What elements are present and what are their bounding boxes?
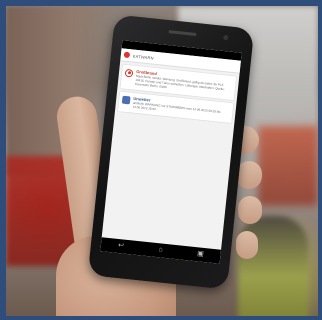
katwarn-logo-icon — [123, 51, 131, 59]
back-arrow-icon[interactable]: ↩ — [113, 239, 128, 254]
storm-warning-icon — [121, 95, 131, 105]
finger — [238, 196, 262, 224]
phone-screen: KATWARN Großbrand Stadt Berlin meldet: W… — [100, 40, 242, 264]
phone-speaker — [168, 30, 197, 37]
fire-warning-icon — [124, 68, 134, 78]
home-icon[interactable]: ⌂ — [153, 243, 168, 258]
photo-frame: KATWARN Großbrand Stadt Berlin meldet: W… — [0, 0, 322, 320]
finger — [236, 231, 258, 259]
smartphone: KATWARN Großbrand Stadt Berlin meldet: W… — [87, 14, 255, 290]
android-nav-bar: ↩ ⌂ ▣ — [100, 237, 222, 264]
fire-truck-right-blur — [258, 126, 318, 206]
phone-camera-icon — [223, 34, 229, 41]
recent-apps-icon[interactable]: ▣ — [193, 247, 208, 262]
app-title: KATWARN — [132, 53, 154, 61]
